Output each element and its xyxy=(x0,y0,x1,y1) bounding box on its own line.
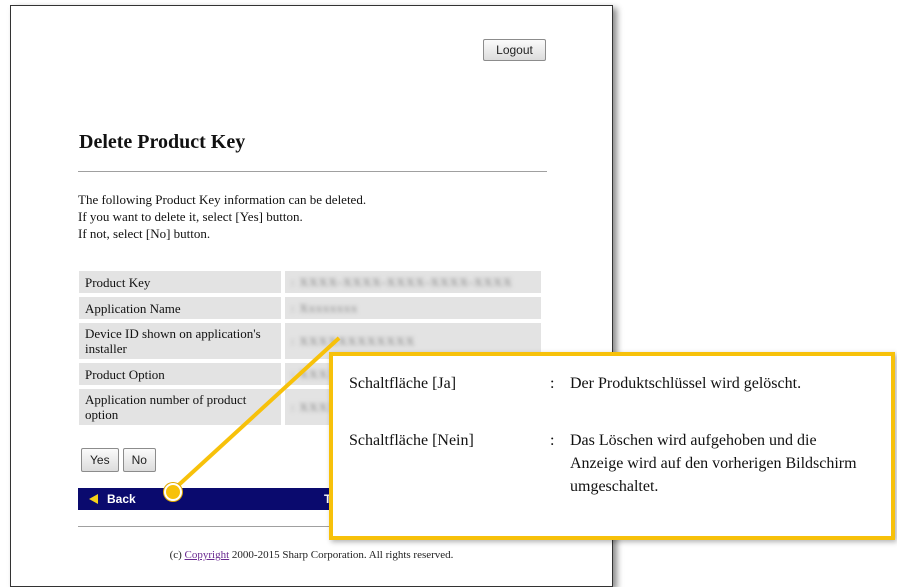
info-row-product-key: Product Key : XXXX-XXXX-XXXX-XXXX-XXXX xyxy=(79,271,541,293)
footer-prefix: (c) xyxy=(169,549,185,561)
intro-line: If you want to delete it, select [Yes] b… xyxy=(78,209,303,224)
confirm-buttons: Yes No xyxy=(81,448,156,472)
yes-button[interactable]: Yes xyxy=(81,448,119,472)
footer-suffix: 2000-2015 Sharp Corporation. All rights … xyxy=(229,549,454,561)
callout-separator: : xyxy=(550,375,555,392)
callout-term: Schaltfläche [Ja] xyxy=(349,375,457,392)
info-row-application-name: Application Name : Xxxxxxxx xyxy=(79,297,541,319)
copyright-footer: (c) Copyright 2000-2015 Sharp Corporatio… xyxy=(11,549,612,561)
masked-value: : XXXX-XXXX-XXXX-XXXX-XXXX xyxy=(291,274,513,289)
intro-text: The following Product Key information ca… xyxy=(78,191,366,242)
annotation-callout: Schaltfläche [Ja] : Der Produktschlüssel… xyxy=(329,352,895,540)
masked-value: : Xxxxxxxx xyxy=(291,300,358,315)
callout-row-yes: Schaltfläche [Ja] : Der Produktschlüssel… xyxy=(349,372,866,395)
info-label: Product Key xyxy=(79,271,281,293)
back-arrow-icon xyxy=(89,494,98,504)
callout-description: Der Produktschlüssel wird gelöscht. xyxy=(570,375,802,392)
callout-pointer-dot xyxy=(164,483,182,501)
copyright-link[interactable]: Copyright xyxy=(185,549,230,561)
intro-line: If not, select [No] button. xyxy=(78,226,211,241)
back-link[interactable]: Back xyxy=(89,492,136,506)
no-button[interactable]: No xyxy=(122,448,156,472)
masked-value: : XXXXXXXXXXXX xyxy=(291,333,416,348)
page-title: Delete Product Key xyxy=(79,131,246,153)
callout-description: Das Löschen wird aufgehoben und die Anze… xyxy=(570,432,857,495)
info-value: : XXXX-XXXX-XXXX-XXXX-XXXX xyxy=(285,271,541,293)
callout-separator: : xyxy=(550,432,555,449)
intro-line: The following Product Key information ca… xyxy=(78,192,367,207)
title-divider xyxy=(78,171,547,172)
back-label: Back xyxy=(107,492,136,506)
logout-button[interactable]: Logout xyxy=(483,39,546,61)
info-label: Product Option xyxy=(79,363,281,385)
callout-term: Schaltfläche [Nein] xyxy=(349,432,474,449)
info-label: Device ID shown on application's install… xyxy=(79,323,281,359)
info-label: Application Name xyxy=(79,297,281,319)
callout-row-no: Schaltfläche [Nein] : Das Löschen wird a… xyxy=(349,429,866,498)
info-value: : Xxxxxxxx xyxy=(285,297,541,319)
